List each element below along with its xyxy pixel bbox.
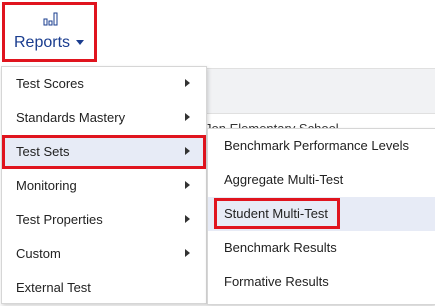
reports-label: Reports — [14, 34, 85, 52]
caret-down-icon — [76, 40, 85, 46]
test-sets-submenu: Benchmark Performance Levels Aggregate M… — [207, 128, 435, 305]
reports-dropdown-menu: Test Scores Standards Mastery Test Sets … — [1, 66, 207, 304]
submenu-item-formative-results[interactable]: Formative Results — [208, 265, 435, 299]
submenu-item-label: Benchmark Performance Levels — [224, 138, 409, 153]
submenu-item-label: Formative Results — [224, 274, 329, 289]
menu-item-external-test[interactable]: External Test — [2, 271, 206, 305]
chevron-right-icon — [185, 215, 190, 223]
submenu-item-label: Aggregate Multi-Test — [224, 172, 344, 187]
page-header-bar — [207, 68, 435, 114]
menu-item-label: Standards Mastery — [16, 110, 126, 125]
menu-item-label: Custom — [16, 246, 61, 261]
reports-menu-button[interactable]: Reports — [2, 2, 97, 62]
chevron-right-icon — [185, 249, 190, 257]
menu-item-custom[interactable]: Custom — [2, 237, 206, 271]
menu-item-label: Test Sets — [16, 144, 70, 159]
submenu-item-student-multi-test[interactable]: Student Multi-Test — [208, 197, 435, 231]
menu-item-test-properties[interactable]: Test Properties — [2, 203, 206, 237]
chevron-right-icon — [185, 113, 190, 121]
menu-item-label: Test Scores — [16, 76, 84, 91]
menu-item-label: External Test — [16, 280, 91, 295]
menu-item-standards-mastery[interactable]: Standards Mastery — [2, 101, 206, 135]
menu-item-label: Monitoring — [16, 178, 77, 193]
menu-item-monitoring[interactable]: Monitoring — [2, 169, 206, 203]
submenu-item-label: Student Multi-Test — [224, 206, 329, 221]
submenu-item-benchmark-performance-levels[interactable]: Benchmark Performance Levels — [208, 129, 435, 163]
chevron-right-icon — [185, 147, 190, 155]
chevron-right-icon — [185, 181, 190, 189]
submenu-item-benchmark-results[interactable]: Benchmark Results — [208, 231, 435, 265]
submenu-item-label: Benchmark Results — [224, 240, 337, 255]
submenu-item-aggregate-multi-test[interactable]: Aggregate Multi-Test — [208, 163, 435, 197]
bar-chart-icon — [43, 12, 59, 26]
menu-item-test-sets[interactable]: Test Sets — [2, 135, 206, 169]
chevron-right-icon — [185, 79, 190, 87]
menu-item-label: Test Properties — [16, 212, 103, 227]
menu-item-test-scores[interactable]: Test Scores — [2, 67, 206, 101]
